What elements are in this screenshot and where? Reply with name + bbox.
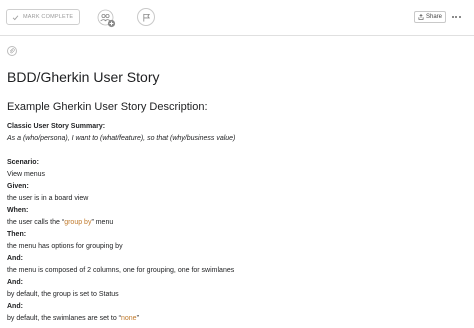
group-by-highlight: group by (64, 219, 92, 226)
mark-complete-label: MARK COMPLETE (23, 14, 74, 20)
milestone-flag-button[interactable] (137, 8, 155, 26)
and-text-1: the menu is composed of 2 columns, one f… (7, 267, 235, 274)
more-icon (451, 16, 461, 18)
given-label: Given: (7, 183, 29, 190)
check-icon (12, 14, 19, 20)
and-label-3: And: (7, 303, 23, 310)
task-title[interactable]: BDD/Gherkin User Story (7, 69, 159, 85)
when-prefix: the user calls the “ (7, 219, 65, 226)
share-label: Share (426, 14, 443, 20)
add-collaborator-button[interactable] (97, 9, 117, 29)
and-3-suffix: ” (136, 315, 139, 322)
when-suffix: ” menu (91, 219, 114, 226)
share-icon (418, 14, 424, 20)
and-text-3: by default, the swimlanes are set to “no… (7, 314, 139, 323)
description-heading: Example Gherkin User Story Description: (7, 101, 208, 113)
add-collaborator-icon (97, 9, 116, 28)
attachment-icon[interactable] (7, 46, 17, 56)
task-toolbar: MARK COMPLETE Share (0, 0, 474, 36)
when-label: When: (7, 207, 29, 214)
summary-label: Classic User Story Summary: (7, 123, 106, 130)
then-label: Then: (7, 231, 27, 238)
share-button[interactable]: Share (414, 11, 447, 23)
and-text-2: by default, the group is set to Status (7, 291, 119, 298)
when-text: the user calls the “group by” menu (7, 218, 113, 227)
flag-icon (142, 13, 150, 22)
scenario-label: Scenario: (7, 159, 39, 166)
summary-text: As a (who/persona), I want to (what/feat… (7, 135, 236, 142)
paperclip-icon (10, 48, 15, 54)
and-label-1: And: (7, 255, 23, 262)
and-label-2: And: (7, 279, 23, 286)
then-text: the menu has options for grouping by (7, 243, 123, 250)
more-actions-button[interactable] (449, 11, 463, 23)
none-highlight: none (121, 315, 137, 322)
scenario-text: View menus (7, 171, 46, 178)
mark-complete-button[interactable]: MARK COMPLETE (6, 9, 80, 25)
and-3-prefix: by default, the swimlanes are set to “ (7, 315, 121, 322)
given-text: the user is in a board view (7, 195, 89, 202)
